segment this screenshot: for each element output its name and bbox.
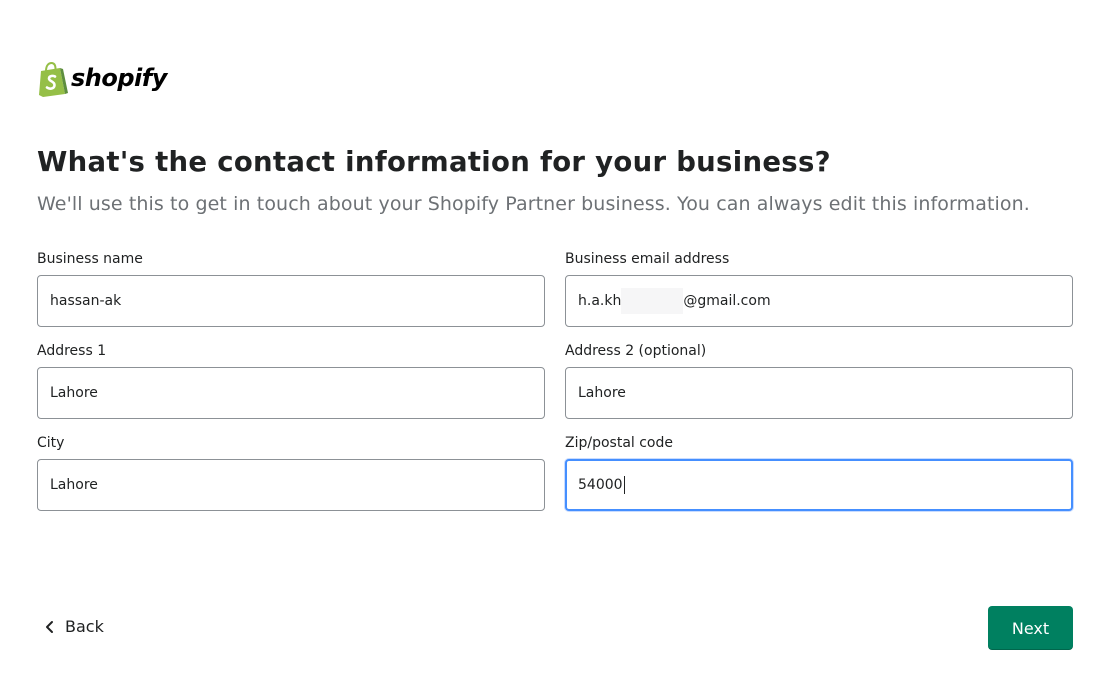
zip-label: Zip/postal code [565, 435, 674, 451]
address2-input[interactable] [578, 385, 1072, 401]
page-subtitle: We'll use this to get in touch about you… [37, 193, 1030, 215]
shopify-wordmark: shopify [71, 63, 167, 92]
business-name-field: Business name [37, 251, 545, 327]
address1-input[interactable] [50, 385, 544, 401]
address2-field: Address 2 (optional) [565, 343, 1073, 419]
address2-input-box[interactable] [565, 367, 1073, 419]
zip-input[interactable]: 54000 [565, 459, 1073, 511]
business-email-label: Business email address [565, 251, 730, 267]
business-email-field: Business email address h.a.kh @gmail.com [565, 251, 1073, 327]
address2-label: Address 2 (optional) [565, 343, 707, 359]
page-title: What's the contact information for your … [37, 146, 831, 178]
business-email-value[interactable]: h.a.kh @gmail.com [578, 288, 771, 314]
zip-field: Zip/postal code 54000 [565, 435, 1073, 511]
city-field: City [37, 435, 545, 511]
address1-label: Address 1 [37, 343, 107, 359]
business-email-input[interactable]: h.a.kh @gmail.com [565, 275, 1073, 327]
text-cursor [623, 476, 625, 494]
business-name-input[interactable] [50, 293, 544, 309]
redacted-text [621, 288, 684, 314]
back-button[interactable]: Back [44, 617, 104, 636]
address1-field: Address 1 [37, 343, 545, 419]
city-input-box[interactable] [37, 459, 545, 511]
business-name-label: Business name [37, 251, 143, 267]
shopify-logo: shopify [37, 62, 167, 97]
zip-value[interactable]: 54000 [578, 477, 623, 493]
next-button[interactable]: Next [988, 606, 1073, 650]
business-name-input-box[interactable] [37, 275, 545, 327]
city-input[interactable] [50, 477, 544, 493]
back-button-label: Back [65, 617, 104, 636]
email-suffix: @gmail.com [683, 293, 771, 309]
email-prefix: h.a.kh [578, 293, 622, 309]
chevron-left-icon [46, 620, 53, 633]
address1-input-box[interactable] [37, 367, 545, 419]
city-label: City [37, 435, 65, 451]
shopify-bag-icon [39, 62, 68, 97]
